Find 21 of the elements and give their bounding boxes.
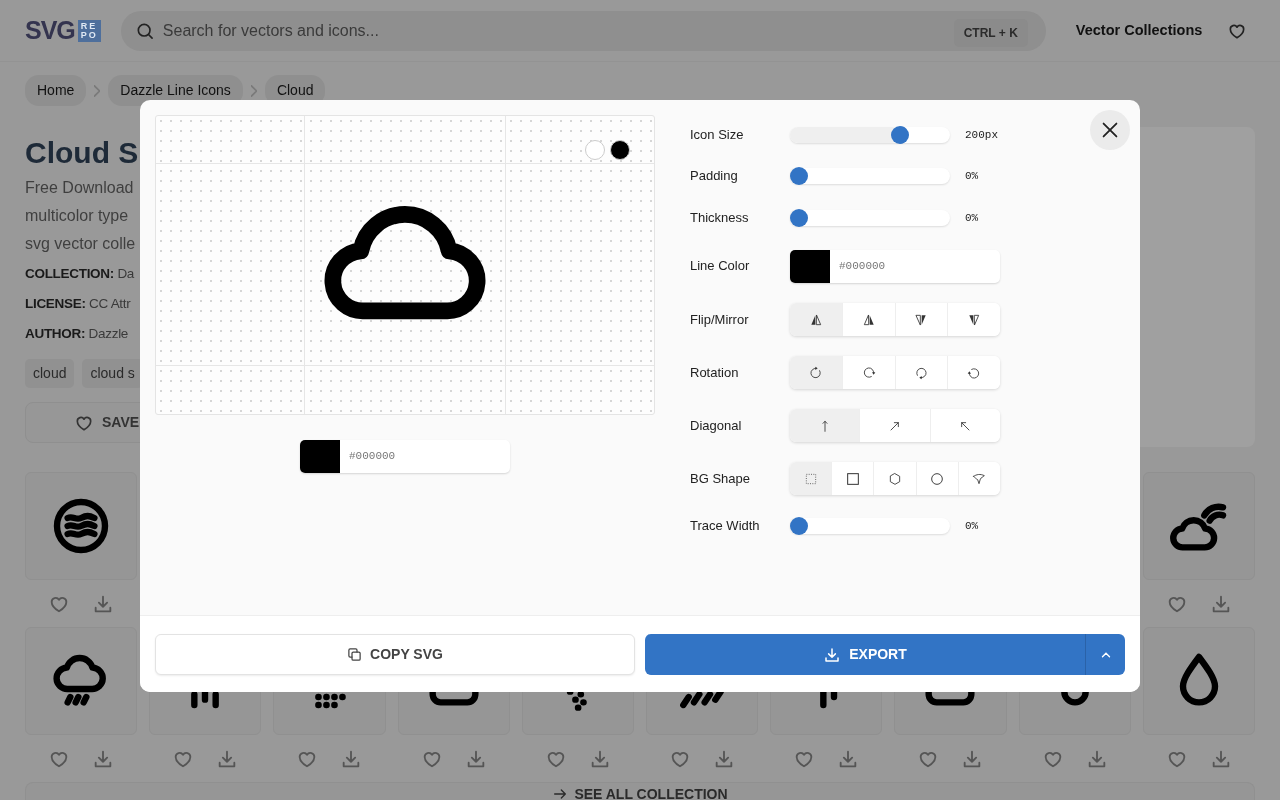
page-title: Cloud S [25,137,140,169]
shortcut-hint: CTRL + K [953,18,1028,47]
slider-value: 0% [965,168,979,184]
control-label: Diagonal [690,416,743,435]
meta-line: AUTHOR: Dazzle [25,325,130,343]
description-line: multicolor type [25,206,130,226]
control-label: Rotation [690,363,740,382]
control-label: Icon Size [690,126,745,145]
control-label: Padding [690,167,739,186]
description-line: svg vector colle [25,234,137,254]
control-label: Flip/Mirror [690,310,750,329]
meta-line: LICENSE: CC Attr [25,295,132,313]
control-label: Trace Width [690,517,761,536]
slider-value: 0% [965,210,979,226]
description-line: Free Download [25,178,135,198]
meta-line: COLLECTION: Da [25,265,136,283]
slider-value: 200px [965,127,998,143]
slider-value: 0% [965,518,979,534]
control-label: BG Shape [690,469,751,488]
control-label: Thickness [690,209,750,228]
control-label: Line Color [690,257,751,276]
